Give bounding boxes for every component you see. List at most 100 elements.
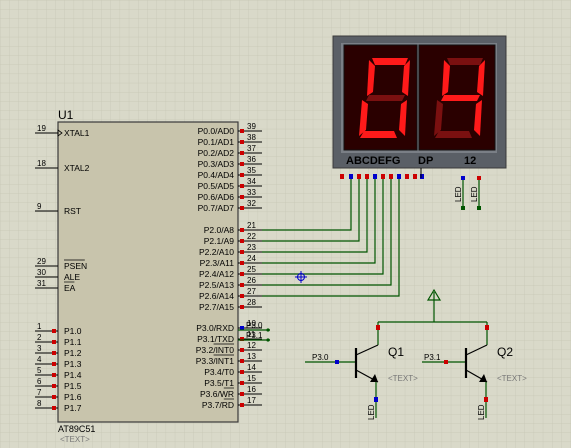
pin-name: P0.3/AD3	[198, 159, 235, 169]
pin-number: 6	[37, 377, 42, 386]
pin-name: P1.6	[64, 392, 82, 402]
segment-g	[441, 95, 480, 101]
pin-number: 1	[37, 322, 42, 331]
display-dp-label: DP	[418, 155, 433, 167]
pin-name: P0.0/AD0	[198, 126, 235, 136]
pin-name: P2.1/A9	[204, 236, 235, 246]
pin-name: P1.7	[64, 403, 82, 413]
pin-number: 14	[247, 363, 256, 372]
net-label-p30: P3.0	[246, 321, 263, 330]
pin-name: XTAL1	[64, 128, 90, 138]
q2-text-placeholder: <TEXT>	[497, 374, 527, 383]
pin-number: 18	[37, 159, 46, 168]
pin-name: P3.4/T0	[204, 367, 234, 377]
net-label-p31: P3.1	[246, 331, 263, 340]
pin-name: P2.0/A8	[204, 225, 235, 235]
pin-number: 12	[247, 341, 256, 350]
q1-led-label: LED	[367, 404, 376, 420]
segment-a	[447, 58, 483, 65]
pin-number: 28	[247, 298, 256, 307]
pin-name: PSEN	[64, 261, 87, 271]
pin-number: 27	[247, 287, 256, 296]
pin-name: P3.2/INT0	[196, 345, 235, 355]
pin-number: 7	[37, 388, 42, 397]
pin-number: 30	[37, 268, 46, 277]
pin-number: 8	[37, 399, 42, 408]
pin-name: ALE	[64, 272, 80, 282]
pin-name: P3.6/WR	[200, 389, 234, 399]
pin-name: P1.3	[64, 359, 82, 369]
pin-name: P1.5	[64, 381, 82, 391]
pin-name: P3.5/T1	[204, 378, 234, 388]
pin-number: 2	[37, 333, 42, 342]
pin-number: 9	[37, 202, 42, 211]
pin-number: 4	[37, 355, 42, 364]
chip-right-pins: 39 P0.0/AD0 38 P0.1/AD1 37 P0.2/AD2 36 P0.3/AD3…	[196, 122, 262, 410]
pin-number: 17	[247, 396, 256, 405]
pin-number: 36	[247, 155, 256, 164]
pin-number: 31	[37, 279, 46, 288]
pin-number: 3	[37, 344, 42, 353]
seven-segment-display[interactable]: ABCDEFG DP 12	[332, 35, 507, 179]
microcontroller-u1[interactable]: U1 AT89C51 <TEXT> 19 XTAL118 XTAL29 RST29 PS…	[35, 108, 262, 444]
pin-name: P1.4	[64, 370, 82, 380]
q2-led-label: LED	[477, 404, 486, 420]
pin-name: P0.1/AD1	[198, 137, 235, 147]
pin-name: P2.4/A12	[199, 269, 234, 279]
pin-number: 22	[247, 232, 256, 241]
segment-a	[372, 58, 408, 65]
schematic-canvas[interactable]: U1 AT89C51 <TEXT> 19 XTAL118 XTAL29 RST29 PS…	[0, 0, 571, 448]
pin-name: RST	[64, 206, 81, 216]
pin-name: P0.5/AD5	[198, 181, 235, 191]
chip-part-label: AT89C51	[58, 424, 95, 434]
q1-text-placeholder: <TEXT>	[388, 374, 418, 383]
segment-d	[360, 131, 397, 138]
pin-number: 39	[247, 122, 256, 131]
pin-name: P0.4/AD4	[198, 170, 235, 180]
pin-number: 37	[247, 144, 256, 153]
pin-name: XTAL2	[64, 163, 90, 173]
q1-input-label: P3.0	[312, 353, 329, 362]
pin-name: P3.3/INT1	[196, 356, 235, 366]
pin-name: P0.7/AD7	[198, 203, 235, 213]
pin-number: 21	[247, 221, 256, 230]
pin-number: 32	[247, 199, 256, 208]
q2-input-label: P3.1	[424, 353, 441, 362]
pin-name: P1.1	[64, 337, 82, 347]
segment-g	[366, 95, 405, 101]
pin-number: 29	[37, 257, 46, 266]
pin-number: 26	[247, 276, 256, 285]
pin-number: 19	[37, 124, 46, 133]
pin-number: 35	[247, 166, 256, 175]
pin-name: P0.2/AD2	[198, 148, 235, 158]
chip-ref-label: U1	[58, 108, 74, 122]
pin-name: EA	[64, 283, 76, 293]
pin-name: P3.1/TXD	[197, 334, 234, 344]
segment-d	[435, 131, 472, 138]
pin-name: P2.6/A14	[199, 291, 234, 301]
display-led-label-1: LED	[454, 186, 463, 202]
pin-number: 33	[247, 188, 256, 197]
pin-number: 15	[247, 374, 256, 383]
display-led-label-2: LED	[470, 186, 479, 202]
pin-number: 23	[247, 243, 256, 252]
pin-name: P3.0/RXD	[196, 323, 234, 333]
display-segment-label: ABCDEFG	[346, 155, 400, 167]
pin-name: P1.2	[64, 348, 82, 358]
q2-ref-label: Q2	[497, 345, 513, 359]
pin-number: 34	[247, 177, 256, 186]
display-digit-select-label: 12	[464, 155, 476, 167]
pin-name: P2.2/A10	[199, 247, 234, 257]
pin-number: 24	[247, 254, 256, 263]
chip-text-placeholder: <TEXT>	[60, 435, 90, 444]
pin-name: P2.7/A15	[199, 302, 234, 312]
pin-number: 16	[247, 385, 256, 394]
pin-name: P0.6/AD6	[198, 192, 235, 202]
pin-number: 38	[247, 133, 256, 142]
pin-number: 5	[37, 366, 42, 375]
pin-name: P2.5/A13	[199, 280, 234, 290]
q1-ref-label: Q1	[388, 345, 404, 359]
pin-name: P3.7/RD	[202, 400, 234, 410]
pin-number: 13	[247, 352, 256, 361]
pin-name: P2.3/A11	[200, 258, 235, 268]
